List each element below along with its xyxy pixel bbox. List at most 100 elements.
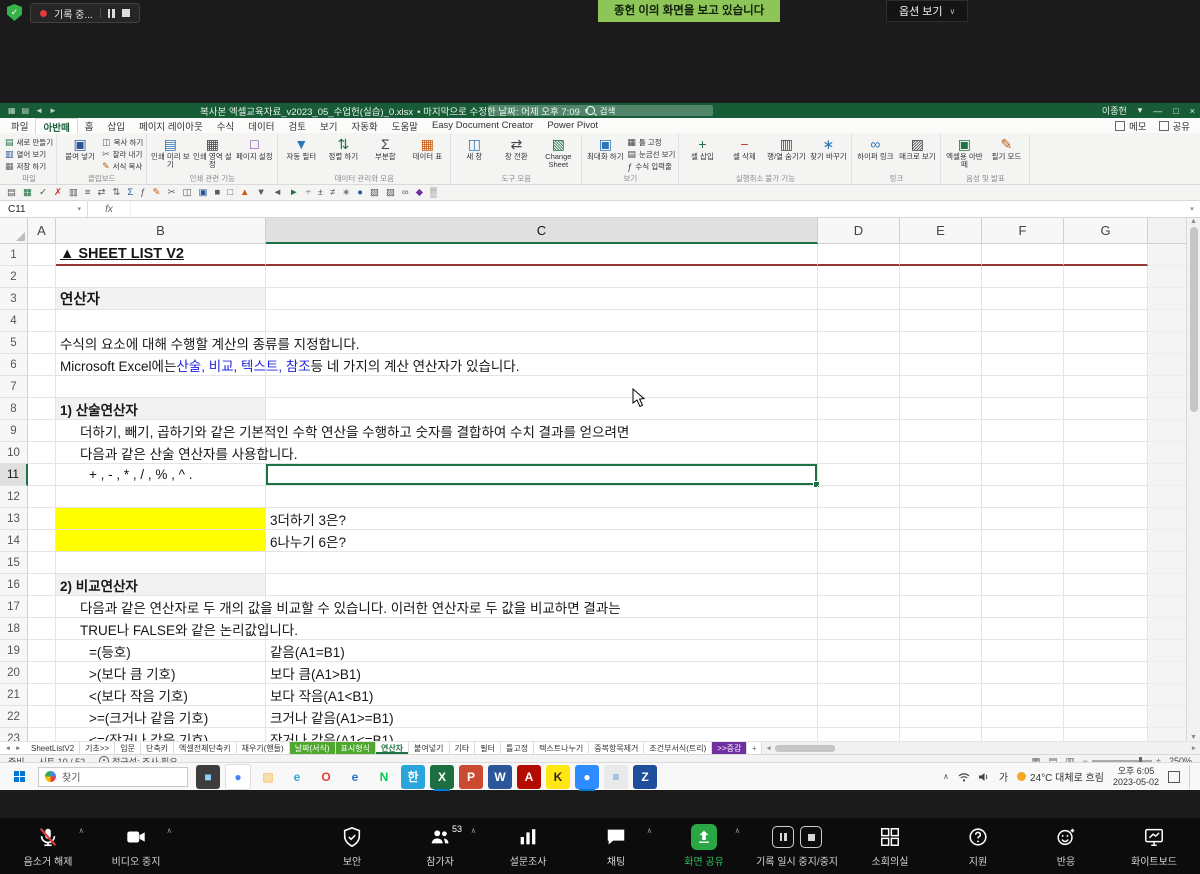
- ribbon-button[interactable]: ▼자동 필터: [281, 135, 321, 174]
- taskbar-app-edge[interactable]: e: [285, 765, 309, 789]
- cell-F18[interactable]: [982, 618, 1064, 640]
- cell-D22[interactable]: [818, 706, 900, 728]
- cell-D7[interactable]: [818, 376, 900, 398]
- ribbon-button[interactable]: ƒ수식 입력줄: [627, 161, 675, 172]
- ribbon-button[interactable]: ∗찾기 바꾸기: [808, 135, 848, 174]
- ribbon-button[interactable]: ⇅정렬 하기: [323, 135, 363, 174]
- cell-B21[interactable]: <(보다 작음 기호): [56, 684, 266, 706]
- cell-D21[interactable]: [818, 684, 900, 706]
- ribbon-button[interactable]: ▤새로 만들기: [5, 137, 53, 148]
- cell-G22[interactable]: [1064, 706, 1148, 728]
- column-header-E[interactable]: E: [900, 218, 982, 244]
- cell-G1[interactable]: [1064, 244, 1148, 266]
- sheet-tab-6[interactable]: 날짜(서식): [290, 742, 336, 754]
- row-header-2[interactable]: 2: [0, 266, 28, 288]
- cell-E20[interactable]: [900, 662, 982, 684]
- cell-B15[interactable]: [56, 552, 266, 574]
- cell-B12[interactable]: [56, 486, 266, 508]
- view-options-button[interactable]: 옵션 보기 ∨: [886, 0, 968, 22]
- quick-access-icon-26[interactable]: ▨: [386, 188, 395, 198]
- sheet-tab-2[interactable]: 입문: [115, 742, 141, 754]
- cell-B23[interactable]: <=(작거나 같음 기호): [56, 728, 266, 741]
- zoom-control-share[interactable]: ∧화면 공유: [660, 818, 748, 874]
- cell-A6[interactable]: [28, 354, 56, 376]
- ribbon-button[interactable]: ⇄창 전환: [496, 135, 536, 174]
- cell-C10[interactable]: [266, 442, 818, 464]
- quick-access-icon-0[interactable]: ▤: [7, 188, 16, 198]
- cell-B16[interactable]: 2) 비교연산자: [56, 574, 266, 596]
- cell-C4[interactable]: [266, 310, 818, 332]
- quick-access-icon-19[interactable]: ►: [289, 188, 298, 198]
- cell-D17[interactable]: [818, 596, 900, 618]
- quick-access-icon-5[interactable]: ≡: [85, 188, 91, 198]
- quick-access-icon-29[interactable]: ▒: [430, 188, 437, 198]
- cell-F14[interactable]: [982, 530, 1064, 552]
- cell-G18[interactable]: [1064, 618, 1148, 640]
- minimize-button[interactable]: —: [1153, 106, 1162, 116]
- cell-F13[interactable]: [982, 508, 1064, 530]
- quick-access-icon-1[interactable]: ▦: [23, 188, 32, 198]
- quick-access-icon-25[interactable]: ▧: [370, 188, 379, 198]
- ime-indicator[interactable]: 가: [999, 769, 1008, 784]
- vertical-scroll-thumb[interactable]: [1190, 227, 1198, 412]
- sheet-prev-icon[interactable]: ◄: [5, 745, 11, 752]
- cell-B6[interactable]: Microsoft Excel에는 산술, 비교, 텍스트, 참조 등 네 가지…: [56, 354, 266, 376]
- taskbar-app-opera[interactable]: O: [314, 765, 338, 789]
- cell-B7[interactable]: [56, 376, 266, 398]
- row-header-3[interactable]: 3: [0, 288, 28, 310]
- chevron-up-icon[interactable]: ∧: [735, 826, 741, 835]
- cell-A17[interactable]: [28, 596, 56, 618]
- stop-recording-button[interactable]: [122, 9, 130, 17]
- cell-A1[interactable]: [28, 244, 56, 266]
- cell-D15[interactable]: [818, 552, 900, 574]
- cell-D10[interactable]: [818, 442, 900, 464]
- ribbon-button[interactable]: ▦틀 고정: [627, 137, 675, 148]
- autosave-icon[interactable]: ▦: [8, 106, 16, 115]
- ribbon-tab-3[interactable]: 삽입: [100, 118, 131, 133]
- cell-G16[interactable]: [1064, 574, 1148, 596]
- cell-E13[interactable]: [900, 508, 982, 530]
- cell-B18[interactable]: TRUE나 FALSE와 같은 논리값입니다.: [56, 618, 266, 640]
- quick-access-icon-14[interactable]: ■: [214, 188, 220, 198]
- quick-access-icon-6[interactable]: ⇄: [97, 188, 105, 198]
- cell-B8[interactable]: 1) 산술연산자: [56, 398, 266, 420]
- cell-B17[interactable]: 다음과 같은 연산자로 두 개의 값을 비교할 수 있습니다. 이러한 연산자로…: [56, 596, 266, 618]
- cell-D14[interactable]: [818, 530, 900, 552]
- ribbon-button[interactable]: ▥열어 보기: [5, 149, 53, 160]
- cell-F12[interactable]: [982, 486, 1064, 508]
- cell-D1[interactable]: [818, 244, 900, 266]
- quick-access-icon-2[interactable]: ✓: [39, 188, 47, 198]
- zoom-control-people[interactable]: 53∧참가자: [396, 818, 484, 874]
- sheet-tab-7[interactable]: 표시형식: [336, 742, 376, 754]
- cell-G4[interactable]: [1064, 310, 1148, 332]
- sheet-tab-13[interactable]: 텍스트나누기: [534, 742, 589, 754]
- taskbar-app-internet-explorer[interactable]: e: [343, 765, 367, 789]
- sheet-tab-15[interactable]: 조건부서식(트리): [644, 742, 712, 754]
- cell-B1[interactable]: ▲ SHEET LIST V2: [56, 244, 266, 266]
- cell-A12[interactable]: [28, 486, 56, 508]
- ribbon-button[interactable]: ◫새 창: [454, 135, 494, 174]
- row-header-6[interactable]: 6: [0, 354, 28, 376]
- horizontal-scroll-thumb[interactable]: [775, 745, 835, 752]
- scroll-down-icon[interactable]: ▼: [1190, 734, 1197, 741]
- cell-A15[interactable]: [28, 552, 56, 574]
- share-button[interactable]: 공유: [1159, 119, 1190, 133]
- cell-F4[interactable]: [982, 310, 1064, 332]
- cell-C13[interactable]: 3더하기 3은?: [266, 508, 818, 530]
- sheet-tab-5[interactable]: 채우기(핸들): [237, 742, 290, 754]
- cell-C7[interactable]: [266, 376, 818, 398]
- cell-D11[interactable]: [818, 464, 900, 486]
- cell-F9[interactable]: [982, 420, 1064, 442]
- hidden-icons-chevron[interactable]: ∧: [943, 772, 949, 781]
- sheet-tab-11[interactable]: 필터: [475, 742, 501, 754]
- ribbon-button[interactable]: ∞하이퍼 링크: [855, 135, 895, 174]
- ribbon-button[interactable]: ✎필기 모드: [986, 135, 1026, 174]
- quick-access-icon-28[interactable]: ◆: [416, 188, 423, 198]
- ribbon-tab-2[interactable]: 홈: [78, 118, 101, 133]
- sheet-tab-8[interactable]: 연산자: [376, 742, 409, 754]
- quick-access-icon-23[interactable]: ∗: [342, 188, 350, 198]
- ribbon-button[interactable]: ✎서식 복사: [102, 161, 143, 172]
- cell-G6[interactable]: [1064, 354, 1148, 376]
- column-header-D[interactable]: D: [818, 218, 900, 244]
- cell-B2[interactable]: [56, 266, 266, 288]
